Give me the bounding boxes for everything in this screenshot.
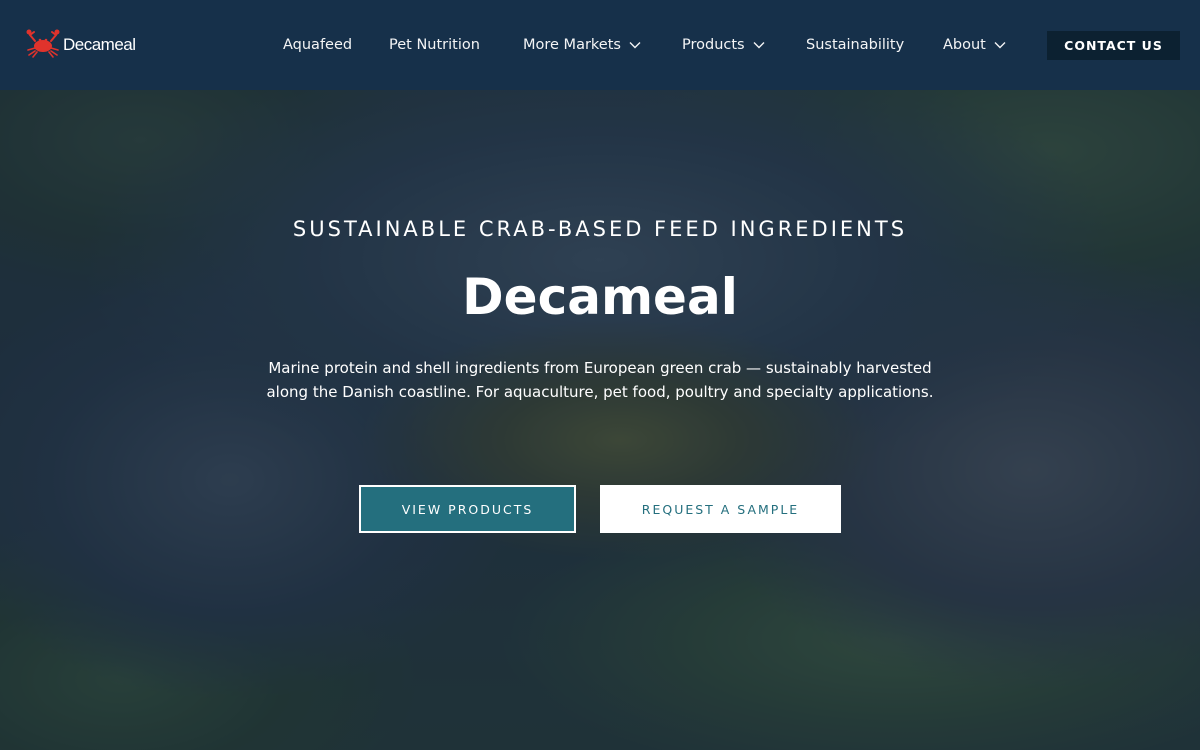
- request-sample-button[interactable]: REQUEST A SAMPLE: [600, 485, 841, 533]
- chevron-down-icon: [753, 42, 765, 49]
- nav-item-label: Sustainability: [806, 37, 905, 53]
- nav-item-label: More Markets: [523, 37, 621, 53]
- nav-item-label: Pet Nutrition: [389, 37, 480, 53]
- chevron-down-icon: [629, 42, 641, 49]
- nav-item-sustainability[interactable]: Sustainability: [806, 34, 904, 56]
- nav-item-label: Aquafeed: [283, 37, 353, 53]
- site-header: Decameal Aquafeed Pet Nutrition More Mar…: [0, 0, 1200, 90]
- nav-item-products[interactable]: Products: [682, 34, 765, 56]
- nav-item-aquafeed[interactable]: Aquafeed: [283, 34, 352, 56]
- brand-name: Decameal: [63, 35, 136, 54]
- hero-description: Marine protein and shell ingredients fro…: [266, 359, 934, 401]
- nav-item-pet-nutrition[interactable]: Pet Nutrition: [389, 34, 480, 56]
- nav-item-label: About: [943, 37, 986, 53]
- view-products-button[interactable]: VIEW PRODUCTS: [359, 485, 576, 533]
- nav-item-more-markets[interactable]: More Markets: [523, 34, 641, 56]
- nav-item-label: Products: [682, 37, 745, 53]
- crab-icon: [25, 28, 61, 62]
- nav-item-about[interactable]: About: [943, 34, 1006, 56]
- brand-logo[interactable]: Decameal: [25, 28, 136, 62]
- hero-title: Decameal: [462, 268, 738, 326]
- contact-us-button[interactable]: CONTACT US: [1047, 31, 1180, 60]
- hero-kicker: SUSTAINABLE CRAB-BASED FEED INGREDIENTS: [292, 217, 908, 241]
- chevron-down-icon: [994, 42, 1006, 49]
